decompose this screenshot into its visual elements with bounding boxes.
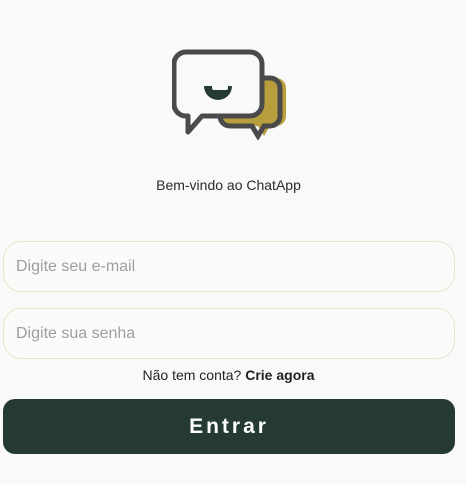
chat-bubbles-logo-icon [172,49,286,140]
welcome-text: Bem-vindo ao ChatApp [156,177,301,193]
signup-link[interactable]: Crie agora [245,367,314,383]
email-field[interactable] [3,241,455,292]
login-button[interactable]: Entrar [3,399,455,454]
login-screen: Bem-vindo ao ChatApp Não tem conta? Crie… [0,0,466,485]
password-field[interactable] [3,308,455,359]
signup-prompt-text: Não tem conta? [142,367,242,383]
signup-prompt: Não tem conta? Crie agora [0,367,457,383]
